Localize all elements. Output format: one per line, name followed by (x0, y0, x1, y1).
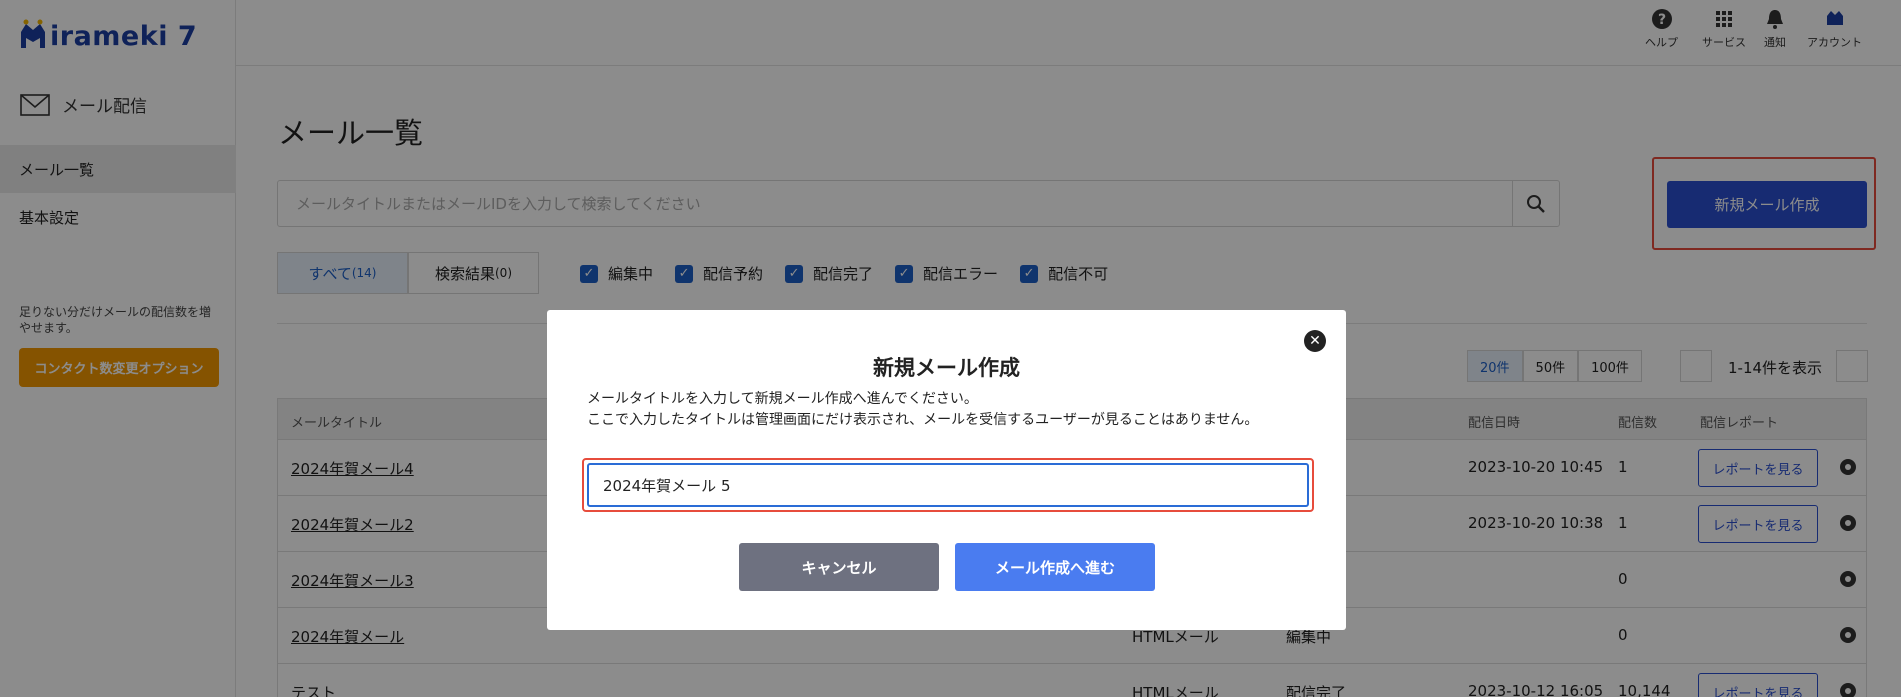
dialog-description-line: ここで入力したタイトルは管理画面にだけ表示され、メールを受信するユーザーが見るこ… (587, 412, 1259, 428)
close-icon[interactable]: ✕ (1304, 330, 1326, 352)
dialog-title: 新規メール作成 (873, 356, 1020, 380)
cancel-button[interactable]: キャンセル (739, 543, 939, 591)
new-mail-dialog: ✕ 新規メール作成 メールタイトルを入力して新規メール作成へ進んでください。 こ… (547, 310, 1346, 630)
proceed-button[interactable]: メール作成へ進む (955, 543, 1155, 591)
mail-title-input-highlight (582, 458, 1314, 512)
mail-title-input[interactable] (587, 463, 1309, 507)
dialog-description-line: メールタイトルを入力して新規メール作成へ進んでください。 (587, 391, 978, 407)
dialog-description: メールタイトルを入力して新規メール作成へ進んでください。 ここで入力したタイトル… (587, 389, 1258, 431)
